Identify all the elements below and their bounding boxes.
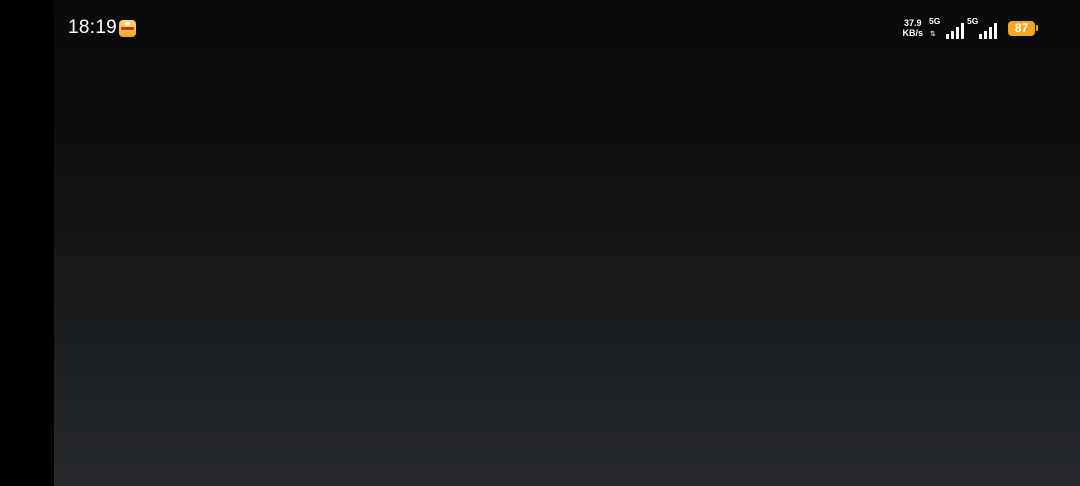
battery-icon: 87 — [1008, 20, 1038, 36]
data-activity-icon: ⇅ — [930, 31, 936, 38]
signal-strength-icon — [946, 21, 964, 39]
app-notification-icon — [119, 20, 136, 37]
status-clock: 18:19 — [68, 17, 118, 38]
phone-screen: 18:19 37.9 KB/s 5G ⇅ 5G 87 — [0, 0, 1080, 486]
status-bar: 18:19 37.9 KB/s 5G ⇅ 5G 87 — [0, 0, 1080, 56]
blank-content-area — [54, 0, 1080, 486]
signal-strength-icon — [979, 21, 997, 39]
sim2-signal: 5G — [967, 17, 997, 39]
network-speed-value: 37.9 — [903, 18, 922, 28]
sim1-network-type: 5G — [929, 16, 941, 26]
system-indicators: 37.9 KB/s 5G ⇅ 5G 87 — [902, 16, 1038, 40]
sim2-network-type: 5G — [967, 16, 979, 26]
battery-cap — [1036, 25, 1038, 31]
network-speed: 37.9 KB/s — [902, 18, 923, 38]
sim1-signal: 5G ⇅ — [929, 17, 964, 39]
app-notification-icon-stripe — [121, 27, 134, 30]
network-speed-unit: KB/s — [902, 28, 923, 38]
app-notification-icon-highlight — [125, 22, 130, 26]
battery-level: 87 — [1008, 20, 1035, 36]
